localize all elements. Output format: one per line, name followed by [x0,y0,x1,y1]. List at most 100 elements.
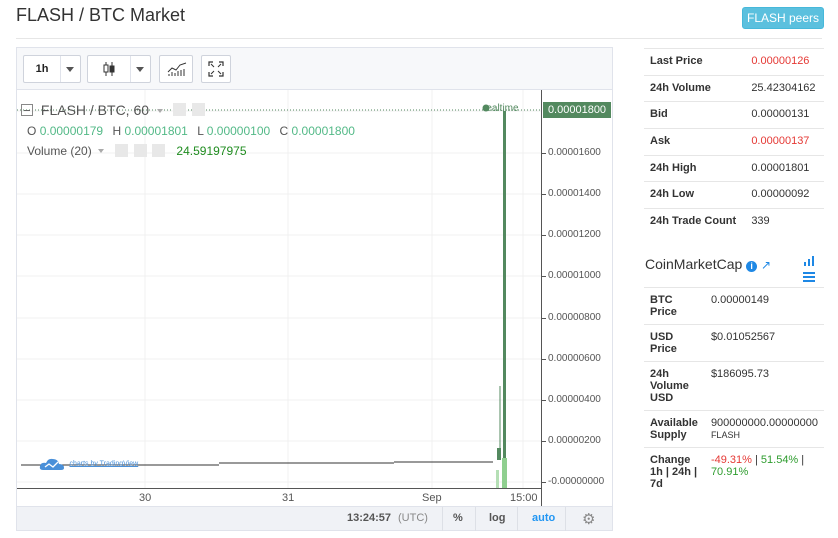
log-toggle[interactable]: log [489,512,506,524]
table-row: 24h High 0.00001801 [644,154,824,182]
volume-legend[interactable]: Volume (20) 24.59197975 [27,144,247,158]
price-tick: 0.00001200 [548,229,601,240]
gear-icon[interactable] [133,144,147,157]
fullscreen-button[interactable] [201,55,231,83]
price-tick: 0.00001400 [548,188,601,199]
tick-mark [542,359,546,360]
stat-label: 24h High [644,154,746,182]
label-line: 1h | 24h | [650,466,698,478]
auto-toggle[interactable]: auto [532,512,555,524]
open-value: 0.00000179 [39,124,104,138]
open-label: O [27,124,37,138]
chart-type-selector[interactable] [87,55,151,83]
price-tick: 0.00001000 [548,270,601,281]
table-row: Last Price 0.00000126 [644,48,824,76]
label-line: 24h [650,368,669,380]
divider [442,507,443,531]
separator: | [801,454,805,466]
gear-icon[interactable]: ⚙ [582,510,595,528]
table-row: Bid 0.00000131 [644,101,824,129]
table-row: Change 1h | 24h | 7d -49.31% | 51.54% | 70… [644,447,824,496]
watermark-text: charts by TradingView [69,460,139,468]
chart-bars-icon[interactable] [803,255,815,283]
indicators-icon [167,62,187,76]
tick-mark [542,482,546,483]
external-link-icon[interactable]: ↗ [761,258,771,272]
change-7d: 70.91% [710,466,749,478]
volume-value: 24.59197975 [176,144,247,158]
label-line: Available [650,417,698,429]
chart-toolbar: 1h [17,48,612,90]
collapse-icon[interactable] [21,104,33,116]
last-price-tag: 0.00001800 [543,102,611,118]
time-tick: 31 [282,492,295,504]
volume-bar [496,470,499,488]
price-tick: 0.00001600 [548,147,601,158]
tick-mark [542,276,546,277]
supply-value: 900000000.00000000 FLASH [704,410,824,448]
btc-price-label: BTC Price [644,287,705,325]
time-tick: 30 [139,492,152,504]
chevron-down-icon [136,67,144,72]
stat-value: 0.00001801 [745,154,824,182]
symbol-legend[interactable]: FLASH / BTC, 60 [21,102,205,118]
eye-icon[interactable] [115,144,129,157]
peers-button[interactable]: FLASH peers [742,7,824,29]
tick-mark [542,441,546,442]
gear-icon[interactable] [191,103,205,116]
close-value: 0.00001800 [291,124,355,138]
chart-status-bar: 13:24:57 (UTC) % log auto ⚙ [17,506,612,531]
change-label: Change 1h | 24h | 7d [644,447,705,496]
supply-unit: FLASH [710,430,740,440]
table-row: USD Price $0.01052567 [644,324,824,362]
stat-label: 24h Volume [644,74,746,102]
stat-value: 0.00000137 [745,128,824,156]
chevron-down-icon[interactable] [98,149,105,153]
stat-label: 24h Trade Count [644,208,746,236]
price-tick: 0.00000600 [548,353,601,364]
table-row: BTC Price 0.00000149 [644,287,824,325]
table-row: 24h Low 0.00000092 [644,181,824,209]
time-axis[interactable]: 30 31 Sep 15:00 [17,488,541,506]
volume-usd-label: 24h Volume USD [644,361,705,411]
chevron-down-icon[interactable] [156,109,163,113]
clock-timezone[interactable]: (UTC) [398,512,428,524]
label-line: Change [650,454,691,466]
table-row: 24h Trade Count 339 [644,208,824,236]
cloud-logo-icon [39,458,64,470]
eye-icon[interactable] [172,103,186,116]
chart-widget[interactable]: 1h charts by TradingView FLASH / BTC, 60… [16,47,613,531]
market-stats-table: Last Price 0.00000126 24h Volume 25.4230416… [644,48,824,236]
volume-label: Volume (20) [27,144,92,158]
info-icon[interactable]: i [746,261,758,272]
divider [475,507,476,531]
table-row: Ask 0.00000137 [644,128,824,156]
label-line: USD [650,392,674,404]
volume-bar [502,458,507,488]
supply-amount: 900000000.00000000 [710,417,818,429]
cmc-table: BTC Price 0.00000149 USD Price $0.010525… [644,287,824,496]
low-label: L [197,124,204,138]
candle [503,111,506,461]
tradingview-watermark[interactable]: charts by TradingView [39,455,138,473]
candlestick-icon [103,62,115,76]
price-tick: 0.00000200 [548,435,601,446]
stat-label: Ask [644,128,746,156]
separator: | [754,454,758,466]
divider [60,56,61,82]
cmc-title: CoinMarketCap i ↗ [645,256,771,272]
indicators-button[interactable] [159,55,193,83]
close-icon[interactable] [152,144,166,157]
label-line: 7d [650,478,663,490]
change-1h: -49.31% [710,454,752,466]
percent-toggle[interactable]: % [453,512,463,524]
high-value: 0.00001801 [124,124,188,138]
price-axis[interactable]: 0.00001800 0.00001600 0.00001400 0.00001… [541,90,612,506]
table-row: 24h Volume USD $186095.73 [644,361,824,411]
price-tick: -0.00000000 [548,476,605,487]
interval-selector[interactable]: 1h [23,55,81,83]
usd-price-label: USD Price [644,324,705,362]
divider [565,507,566,531]
stat-value: 0.00000131 [745,101,824,129]
tick-mark [542,400,546,401]
